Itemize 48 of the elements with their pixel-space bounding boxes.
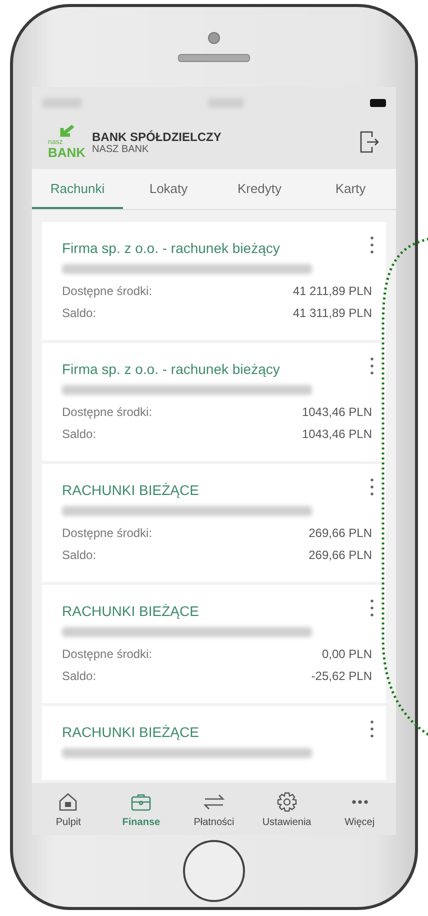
row-value: -25,62 PLN (311, 668, 372, 685)
more-options-icon[interactable] (370, 357, 374, 375)
account-card[interactable]: Firma sp. z o.o. - rachunek bieżący Dostępne środki: 1043,46 PLN Saldo: 1043,46 PLN (42, 343, 386, 461)
nav-item[interactable]: Ustawienia (250, 783, 324, 835)
nav-item[interactable]: Płatności (178, 783, 250, 835)
nav-item[interactable]: Więcej (323, 783, 396, 835)
row-label: Saldo: (62, 547, 96, 564)
settings-icon (276, 790, 298, 812)
row-label: Saldo: (62, 426, 96, 443)
more-options-icon[interactable] (370, 236, 374, 254)
row-label: Saldo: (62, 668, 96, 685)
account-title: RACHUNKI BIEŻĄCE (62, 603, 200, 619)
more-icon (352, 800, 368, 804)
row-label: Dostępne środki: (62, 525, 152, 542)
account-title: Firma sp. z o.o. - rachunek bieżący (62, 361, 281, 377)
camera-icon (208, 32, 220, 44)
tab[interactable]: Karty (305, 169, 396, 209)
more-options-icon[interactable] (370, 599, 374, 617)
bank-name: BANK SPÓŁDZIELCZY (92, 130, 222, 144)
bank-subname: NASZ BANK (92, 144, 150, 154)
row-value: 41 311,89 PLN (292, 305, 372, 322)
more-options-icon[interactable] (370, 720, 374, 738)
account-card[interactable]: Firma sp. z o.o. - rachunek bieżący Dostępne środki: 41 211,89 PLN Saldo: 41 311,89 PLN (42, 222, 386, 340)
tab[interactable]: Lokaty (123, 169, 214, 209)
logout-icon[interactable] (358, 130, 380, 154)
row-value: 0,00 PLN (322, 646, 372, 663)
account-title: RACHUNKI BIEŻĄCE (62, 724, 200, 740)
more-options-icon[interactable] (370, 478, 374, 496)
row-label: Dostępne środki: (62, 646, 152, 663)
tab[interactable]: Rachunki (32, 169, 123, 209)
account-card[interactable]: RACHUNKI BIEŻĄCE (42, 706, 386, 780)
nav-item[interactable]: Pulpit (32, 783, 105, 835)
row-value: 41 211,89 PLN (292, 283, 372, 300)
row-value: 1043,46 PLN (302, 426, 372, 443)
tab[interactable]: Kredyty (214, 169, 305, 209)
row-label: Dostępne środki: (62, 404, 152, 421)
battery-icon (370, 99, 386, 107)
row-value: 269,66 PLN (308, 525, 372, 542)
row-value: 269,66 PLN (308, 547, 372, 564)
account-card[interactable]: RACHUNKI BIEŻĄCE Dostępne środki: 0,00 PLN Saldo: -25,62 PLN (42, 585, 386, 703)
account-title: RACHUNKI BIEŻĄCE (62, 482, 200, 498)
row-label: Dostępne środki: (62, 283, 152, 300)
row-label: Saldo: (62, 305, 96, 322)
speaker-icon (178, 54, 250, 62)
account-title: Firma sp. z o.o. - rachunek bieżący (62, 240, 281, 256)
home-icon (57, 790, 80, 812)
account-card[interactable]: RACHUNKI BIEŻĄCE Dostępne środki: 269,66 PLN Saldo: 269,66 PLN (42, 464, 386, 582)
row-value: 1043,46 PLN (302, 404, 372, 421)
